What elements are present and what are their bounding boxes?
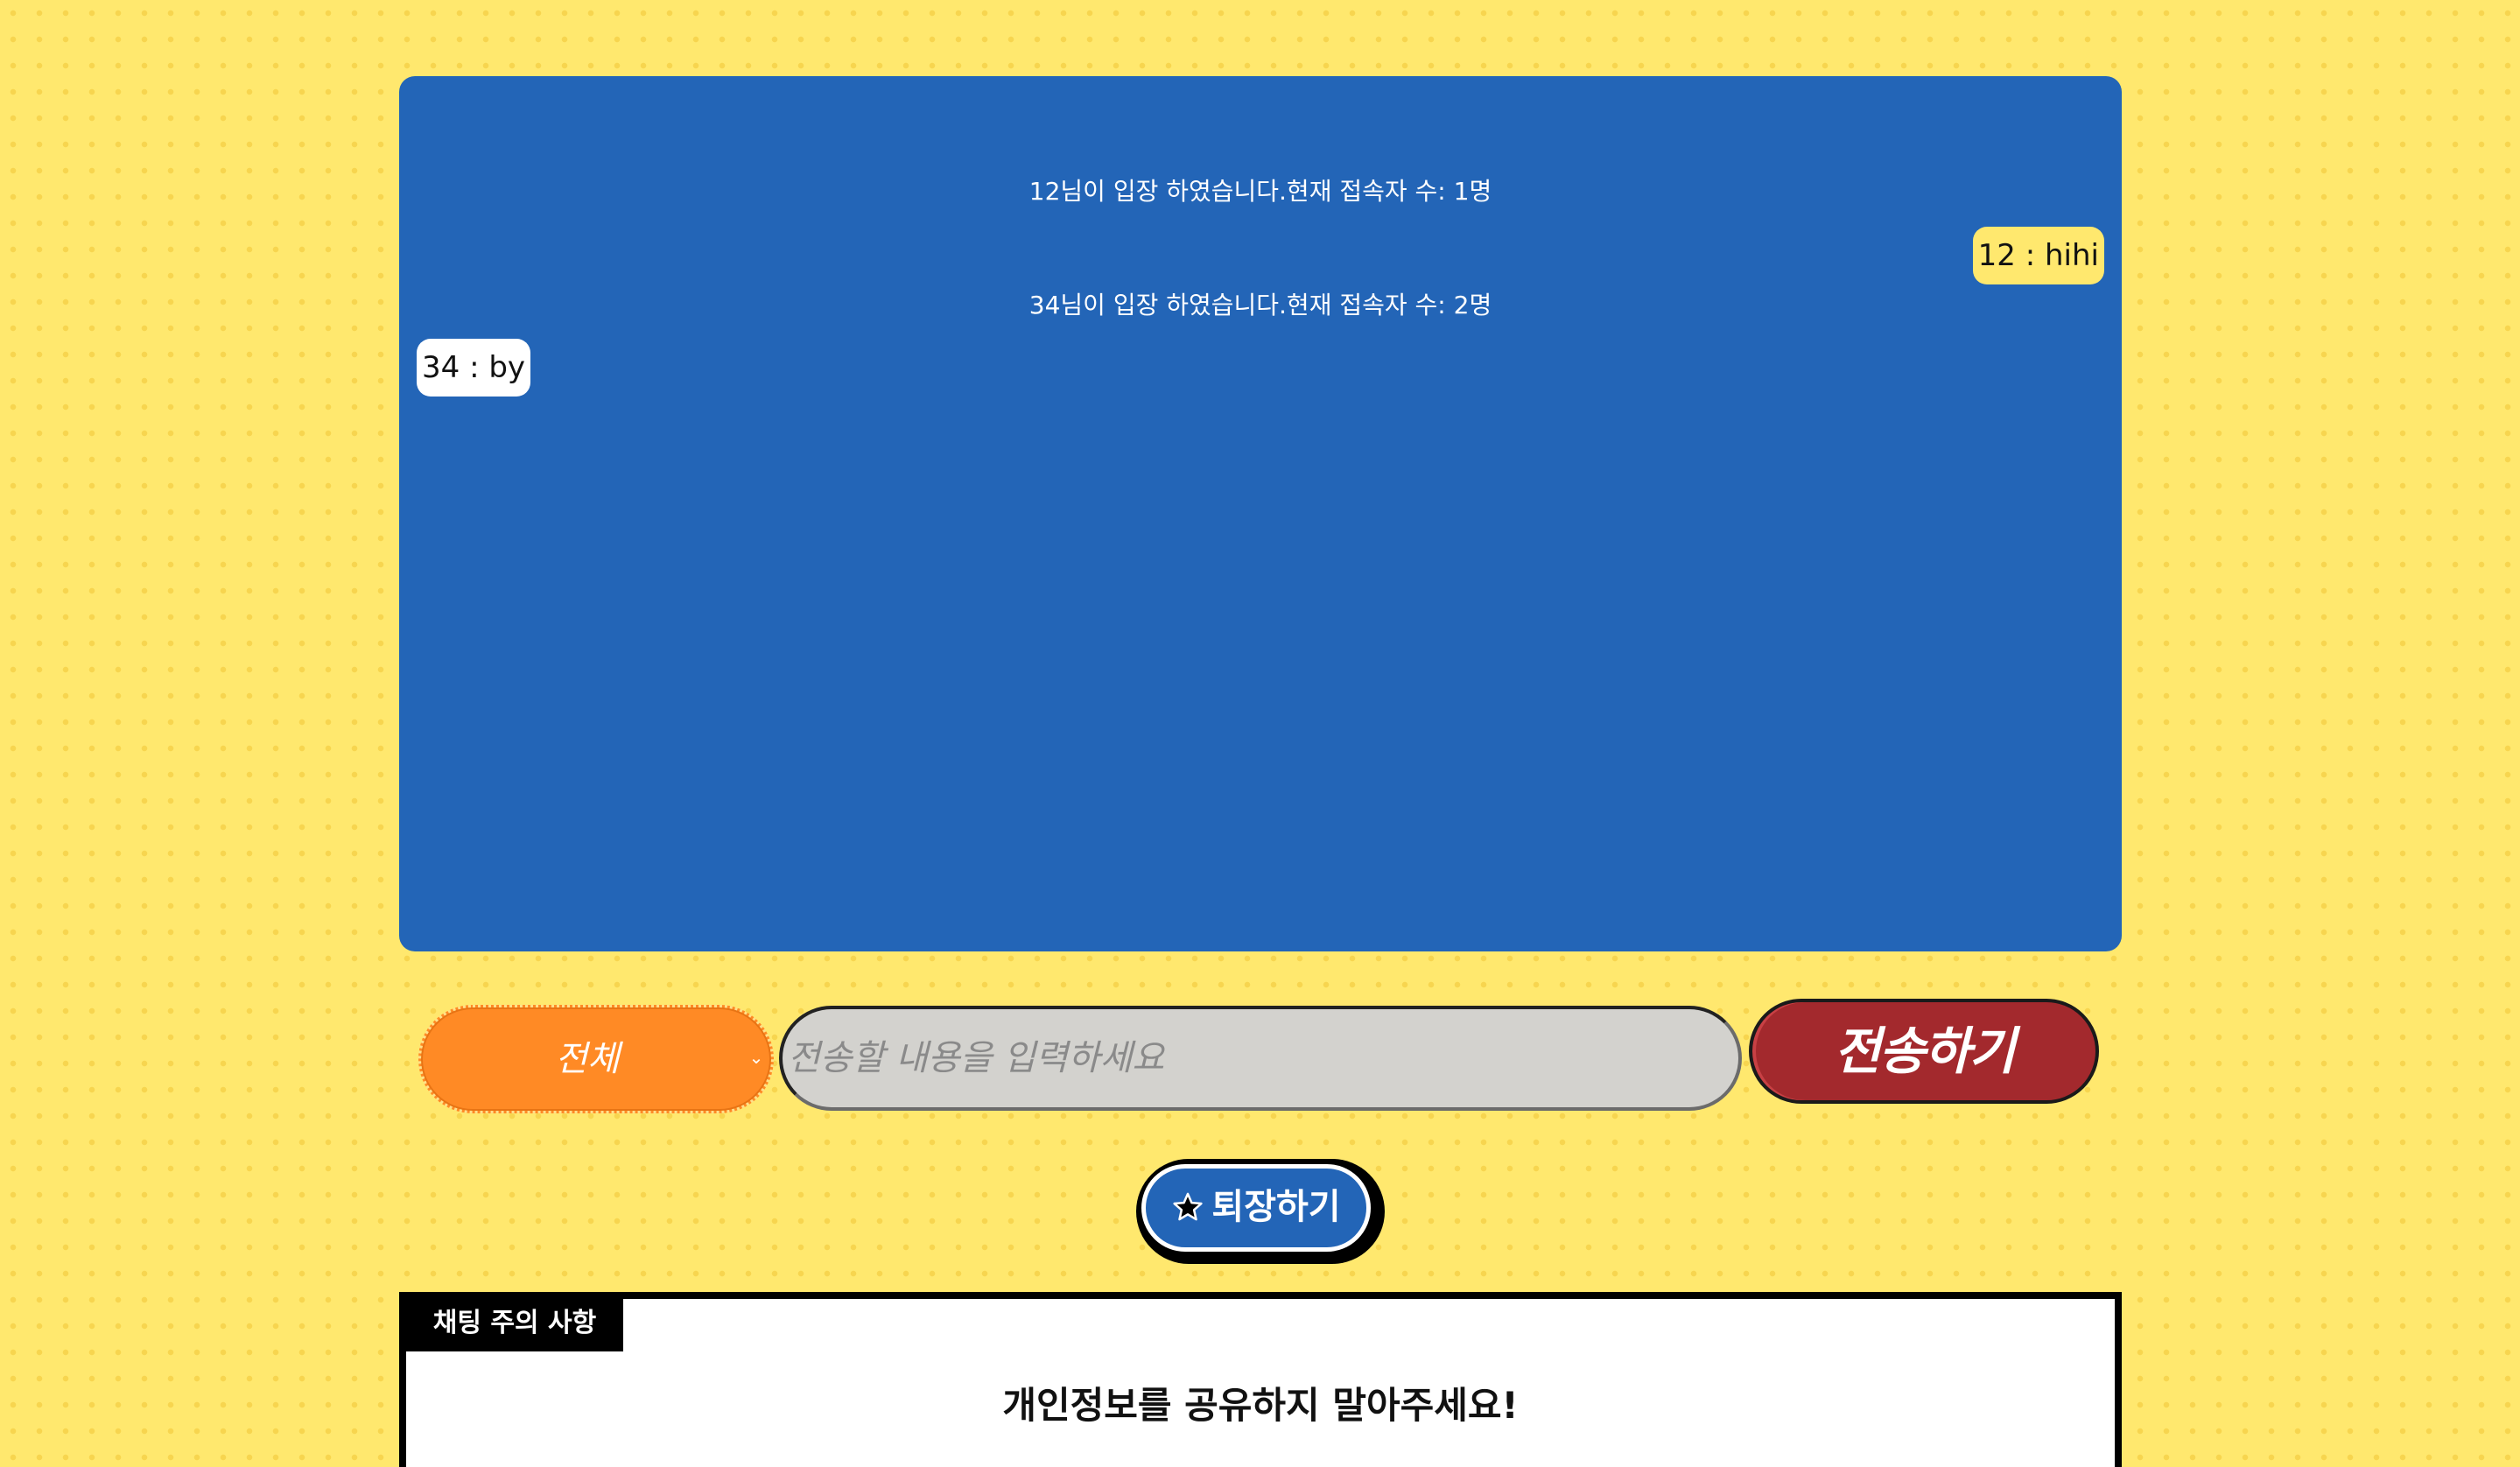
recipient-select[interactable]: 전체 ⌄ (418, 1005, 774, 1113)
chat-message-area[interactable]: 12님이 입장 하였습니다.현재 접속자 수: 1명 12 : hihi 34님… (399, 76, 2122, 951)
send-button[interactable]: 전송하기 (1749, 999, 2099, 1104)
notice-tab: 채팅 주의 사항 (406, 1299, 623, 1351)
chevron-down-icon: ⌄ (748, 1047, 764, 1068)
exit-button[interactable]: 퇴장하기 (1136, 1159, 1385, 1264)
my-message-bubble: 12 : hihi (1972, 227, 2104, 284)
recipient-select-value: 전체 (555, 1039, 620, 1079)
notice-heading: 개인정보를 공유하지 말아주세요! (1002, 1384, 1519, 1427)
exit-button-face[interactable]: 퇴장하기 (1141, 1164, 1371, 1252)
system-message: 12님이 입장 하였습니다.현재 접속자 수: 1명 (1028, 177, 1492, 206)
system-message: 34님이 입장 하였습니다.현재 접속자 수: 2명 (1028, 291, 1492, 319)
star-icon (1173, 1192, 1204, 1221)
exit-button-label: 퇴장하기 (1211, 1187, 1341, 1227)
message-input[interactable] (779, 1006, 1742, 1111)
chat-notice-panel: 채팅 주의 사항 개인정보를 공유하지 말아주세요! (399, 1292, 2122, 1467)
other-message-bubble: 34 : by (417, 339, 531, 397)
